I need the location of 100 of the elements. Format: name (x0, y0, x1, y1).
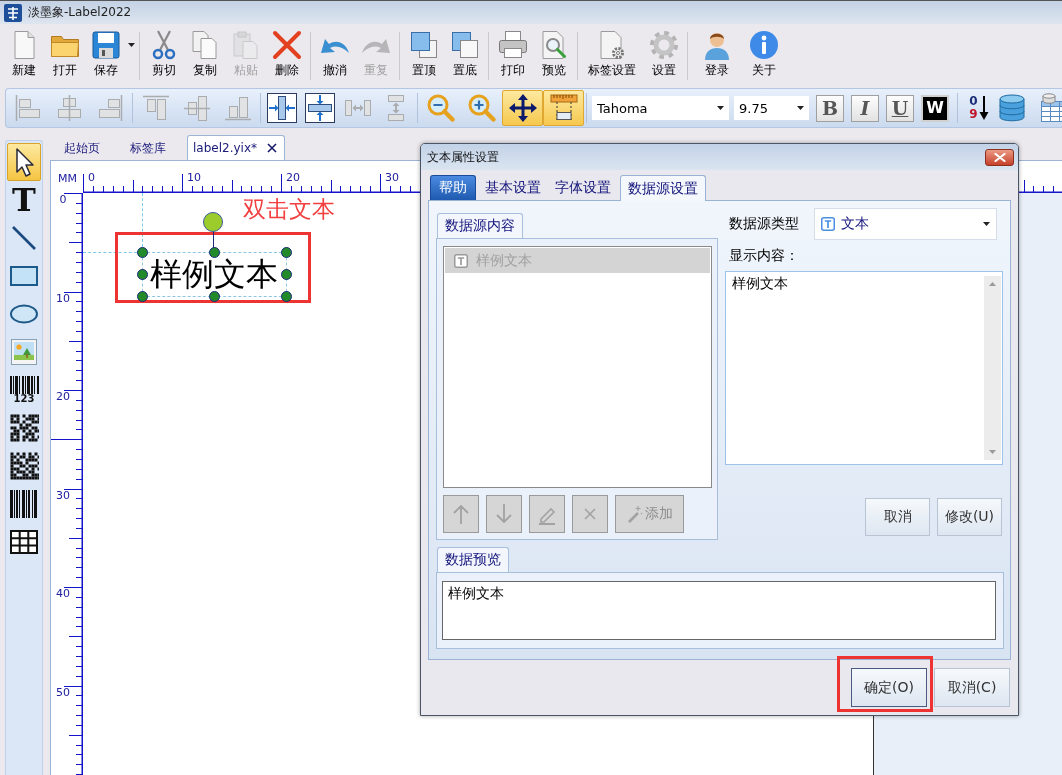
cross-icon (270, 29, 303, 61)
field-label: 显示内容： (729, 247, 799, 264)
sort-button[interactable]: 0 9 (964, 91, 994, 125)
resize-handle[interactable] (136, 268, 148, 280)
cut-button[interactable]: 剪切 (143, 29, 184, 79)
text-type-icon (454, 253, 468, 268)
send-to-back-button[interactable]: 置底 (444, 29, 485, 79)
ruler-label: 10 (187, 172, 201, 184)
database-icon (997, 93, 1027, 123)
cancel-edit-button[interactable]: 取消 (865, 498, 930, 536)
magic-wand-icon (626, 505, 642, 523)
center-vertically-icon (305, 93, 335, 123)
close-button[interactable] (985, 148, 1014, 166)
resize-handle[interactable] (280, 268, 292, 280)
down-arrow-icon (978, 96, 989, 120)
print-button[interactable]: 打印 (492, 29, 533, 79)
caret-icon (983, 222, 990, 226)
ruler-label: 0 (88, 172, 95, 184)
group-title: 数据预览 (437, 547, 509, 572)
copy-button[interactable]: 复制 (184, 29, 225, 79)
bold-button[interactable]: B (816, 94, 844, 122)
ruler-label: 30 (55, 490, 71, 502)
preview-button[interactable]: 预览 (533, 29, 574, 79)
barcode-icon (9, 376, 39, 394)
font-select[interactable]: Tahoma (592, 96, 729, 120)
cross-icon (583, 507, 597, 521)
field-label: 数据源类型 (729, 215, 799, 233)
ok-button[interactable]: 确定(O) (851, 668, 927, 707)
caret-icon (127, 43, 135, 47)
four-arrows-icon (507, 93, 538, 123)
align-top-icon (140, 93, 171, 123)
annotation-text: 双击文本 (243, 195, 335, 223)
resize-handle[interactable] (136, 290, 148, 302)
resize-handle[interactable] (280, 290, 292, 302)
ruler-label: 20 (286, 172, 300, 184)
document-tab[interactable]: 起始页 (55, 135, 109, 160)
resize-handle[interactable] (208, 290, 220, 302)
ruler-label: 50 (55, 687, 71, 699)
italic-button[interactable]: I (851, 94, 879, 122)
text-tool[interactable]: T (7, 181, 41, 219)
up-arrow-icon (989, 282, 996, 286)
font-size-select[interactable]: 9.75 (734, 96, 809, 120)
label-settings-button[interactable]: 标签设置 (581, 29, 643, 79)
gear-icon (647, 29, 680, 61)
underline-button[interactable]: U (886, 94, 914, 122)
info-icon (747, 29, 780, 61)
document-tab[interactable]: label2.yix* (187, 135, 285, 160)
printer-icon (496, 29, 529, 61)
table-button[interactable] (1040, 91, 1062, 125)
new-button[interactable]: 新建 (3, 29, 44, 79)
ruler-icon (548, 93, 579, 123)
label-text[interactable]: 样例文本 (150, 258, 278, 290)
resize-handle[interactable] (208, 246, 220, 258)
dialog-tab[interactable]: 字体设置 (550, 175, 616, 200)
bring-to-front-button[interactable]: 置顶 (403, 29, 444, 79)
ruler-label: 10 (55, 293, 71, 305)
resize-handle[interactable] (280, 246, 292, 258)
delete-button[interactable]: 删除 (266, 29, 307, 79)
app-logo-icon (4, 3, 22, 22)
undo-button[interactable]: 撤消 (314, 29, 355, 79)
close-icon (993, 152, 1006, 162)
table-icon (1040, 93, 1062, 123)
pointer-tool[interactable] (7, 143, 41, 181)
stacked-barcode-icon (9, 490, 39, 518)
modify-button[interactable]: 修改(U) (937, 498, 1002, 536)
source-type-select[interactable]: 文本 (814, 208, 997, 240)
down-arrow-icon (989, 450, 996, 454)
about-button[interactable]: 关于 (743, 29, 784, 79)
picture-icon (9, 337, 39, 367)
display-content-field[interactable]: 样例文本 (725, 271, 1003, 465)
dialog-tab[interactable]: 数据源设置 (620, 175, 706, 201)
barcode-tool[interactable]: 123 (7, 371, 41, 409)
dialog-tab[interactable]: 基本设置 (480, 175, 546, 200)
align-middle-icon (181, 93, 212, 123)
login-button[interactable]: 登录 (696, 29, 737, 79)
zoom-out-icon (425, 93, 456, 123)
inverse-style-button[interactable]: W (921, 94, 949, 122)
ruler-label: 40 (55, 588, 71, 600)
ruler-label: 0 (58, 194, 68, 206)
cancel-button[interactable]: 取消(C) (934, 668, 1010, 707)
data-matrix-icon (9, 451, 39, 481)
dialog-title: 文本属性设置 (427, 148, 499, 166)
resize-handle[interactable] (136, 246, 148, 258)
open-button[interactable]: 打开 (44, 29, 85, 79)
caret-icon (797, 106, 804, 110)
center-horizontally-icon (267, 93, 297, 123)
save-button[interactable]: 保存 (85, 29, 126, 79)
settings-button[interactable]: 设置 (643, 29, 684, 79)
help-button[interactable]: 帮助 (430, 175, 476, 200)
up-arrow-icon (452, 503, 470, 525)
scrollbar[interactable] (984, 276, 1001, 460)
zoom-in-icon (466, 93, 497, 123)
ruler-button[interactable] (543, 90, 584, 126)
ruler-label: 30 (385, 172, 399, 184)
preview-field[interactable]: 样例文本 (442, 581, 996, 640)
document-tab[interactable]: 标签库 (121, 135, 175, 160)
fit-to-window-button[interactable] (502, 90, 543, 126)
table-grid-icon (9, 527, 39, 557)
group-title: 数据源内容 (437, 213, 523, 238)
ruler-label: 20 (55, 391, 71, 403)
